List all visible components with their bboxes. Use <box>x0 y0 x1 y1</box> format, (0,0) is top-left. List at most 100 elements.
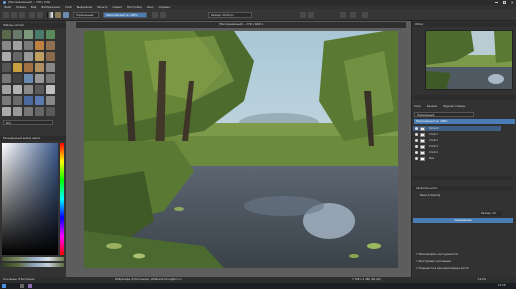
maximize-icon[interactable] <box>503 1 506 4</box>
checkbox-alt-brushes[interactable]: ☐ Перенести в альтернативные кисти <box>416 267 469 271</box>
system-clock: 15:28 <box>498 284 506 287</box>
brush-preset[interactable] <box>13 107 22 116</box>
brush-preset[interactable] <box>24 96 33 105</box>
brush-preset[interactable] <box>2 52 11 61</box>
layer-row[interactable]: Фон <box>413 156 501 161</box>
play-icon[interactable] <box>362 12 368 18</box>
new-document-icon[interactable] <box>3 12 9 18</box>
mirror-horizontal-icon[interactable] <box>300 12 306 18</box>
brush-preset[interactable] <box>2 30 11 39</box>
brush-preset[interactable] <box>13 96 22 105</box>
color-picker-square[interactable] <box>2 143 58 255</box>
layer-row[interactable]: Слой 2 <box>413 138 501 143</box>
undo-icon[interactable] <box>29 12 35 18</box>
brush-preset[interactable] <box>46 107 55 116</box>
opacity-slider[interactable]: Непрозрачность: 100% <box>103 12 147 18</box>
brush-preset[interactable] <box>24 41 33 50</box>
brush-preset[interactable] <box>24 74 33 83</box>
layer-thumbnail <box>420 144 425 149</box>
flow-icon[interactable] <box>152 12 158 18</box>
brush-preset[interactable] <box>46 96 55 105</box>
hue-strip[interactable] <box>60 143 64 255</box>
brush-preset[interactable] <box>46 63 55 72</box>
brush-preset[interactable] <box>2 85 11 94</box>
layer-opacity-slider[interactable]: Непрозрачность: 100% <box>414 119 515 124</box>
brush-preset[interactable] <box>24 107 33 116</box>
overview-zoom-bar[interactable] <box>414 95 515 100</box>
visibility-eye-icon[interactable] <box>415 133 418 136</box>
brush-preset[interactable] <box>35 63 44 72</box>
document-tab[interactable]: [Несохранённый] — СНС | RAW 1 <box>76 22 406 28</box>
layer-name: Слой 4 <box>429 151 438 154</box>
layer-row[interactable]: Слой 3 <box>413 144 501 149</box>
pattern-icon[interactable] <box>55 12 61 18</box>
brush-preset[interactable] <box>46 41 55 50</box>
painting-canvas[interactable] <box>84 31 398 268</box>
brush-preset[interactable] <box>2 74 11 83</box>
visibility-eye-icon[interactable] <box>415 157 418 160</box>
visibility-eye-icon[interactable] <box>415 145 418 148</box>
layer-blend-mode-select[interactable]: Нормальный <box>414 112 474 117</box>
overview-thumbnail-image <box>426 31 512 89</box>
brush-size-field[interactable]: Размер: 20 <box>480 211 502 216</box>
chooser-icon[interactable] <box>350 12 356 18</box>
checkbox-mask-tool[interactable]: ☐ Маскировать инструментом <box>416 253 458 257</box>
brush-preset[interactable] <box>46 85 55 94</box>
overview-thumbnail[interactable] <box>425 30 513 90</box>
brush-preset[interactable] <box>24 63 33 72</box>
brush-preset[interactable] <box>13 74 22 83</box>
brush-preset[interactable] <box>46 30 55 39</box>
layer-row[interactable]: Фильтр <box>413 126 501 131</box>
brush-preset[interactable] <box>35 107 44 116</box>
brush-preset[interactable] <box>13 85 22 94</box>
brush-preset[interactable] <box>2 96 11 105</box>
brush-preset[interactable] <box>13 52 22 61</box>
brush-preset-icon[interactable] <box>63 12 69 18</box>
left-dock: Наборы кистей Всё Расширенный выбор цвет… <box>0 21 66 277</box>
brush-preset[interactable] <box>24 52 33 61</box>
start-icon[interactable] <box>2 284 6 288</box>
open-document-icon[interactable] <box>11 12 17 18</box>
brush-preset[interactable] <box>35 96 44 105</box>
taskbar-app-icon[interactable] <box>20 284 24 288</box>
save-icon[interactable] <box>19 12 25 18</box>
brush-preset[interactable] <box>2 41 11 50</box>
visibility-eye-icon[interactable] <box>415 151 418 154</box>
tab-layers[interactable]: Слои <box>414 105 421 108</box>
brush-preset[interactable] <box>24 30 33 39</box>
brush-preset[interactable] <box>46 74 55 83</box>
visibility-eye-icon[interactable] <box>415 127 418 130</box>
brush-preset[interactable] <box>35 41 44 50</box>
minimize-icon[interactable] <box>495 2 498 3</box>
brush-preset[interactable] <box>13 41 22 50</box>
brush-preset[interactable] <box>2 63 11 72</box>
visibility-eye-icon[interactable] <box>415 139 418 142</box>
redo-icon[interactable] <box>37 12 43 18</box>
krita-taskbar-icon[interactable] <box>28 284 32 288</box>
brush-preset[interactable] <box>46 52 55 61</box>
layer-row[interactable]: Слой 4 <box>413 150 501 155</box>
layer-row[interactable]: Слой 1 <box>413 132 501 137</box>
gradient-icon[interactable] <box>47 12 53 18</box>
brush-preset[interactable] <box>13 30 22 39</box>
brush-preset[interactable] <box>35 74 44 83</box>
wrap-icon[interactable] <box>160 12 166 18</box>
color-history-strip[interactable] <box>2 257 64 261</box>
color-history-strip-2[interactable] <box>2 263 64 267</box>
mix-slider[interactable]: Смешивание <box>413 218 513 223</box>
brush-preset[interactable] <box>24 85 33 94</box>
color-selector-header: Расширенный выбор цвета <box>0 136 66 141</box>
tab-channels[interactable]: Каналы <box>427 105 437 108</box>
brush-size-slider[interactable]: Размер: 20.00 px <box>208 12 252 18</box>
brush-preset[interactable] <box>35 30 44 39</box>
brush-preset[interactable] <box>2 107 11 116</box>
brush-tag-select[interactable]: Всё <box>3 120 53 125</box>
mirror-vertical-icon[interactable] <box>308 12 314 18</box>
brush-preset[interactable] <box>35 85 44 94</box>
brush-preset[interactable] <box>35 52 44 61</box>
tab-undo-history[interactable]: Журнал отмены <box>443 105 465 108</box>
workspace-icon[interactable] <box>340 12 346 18</box>
checkbox-paint-tool[interactable]: ☐ Инструмент рисования <box>416 260 451 264</box>
brush-preset[interactable] <box>13 63 22 72</box>
blend-mode-select[interactable]: Нормальный <box>73 12 99 18</box>
